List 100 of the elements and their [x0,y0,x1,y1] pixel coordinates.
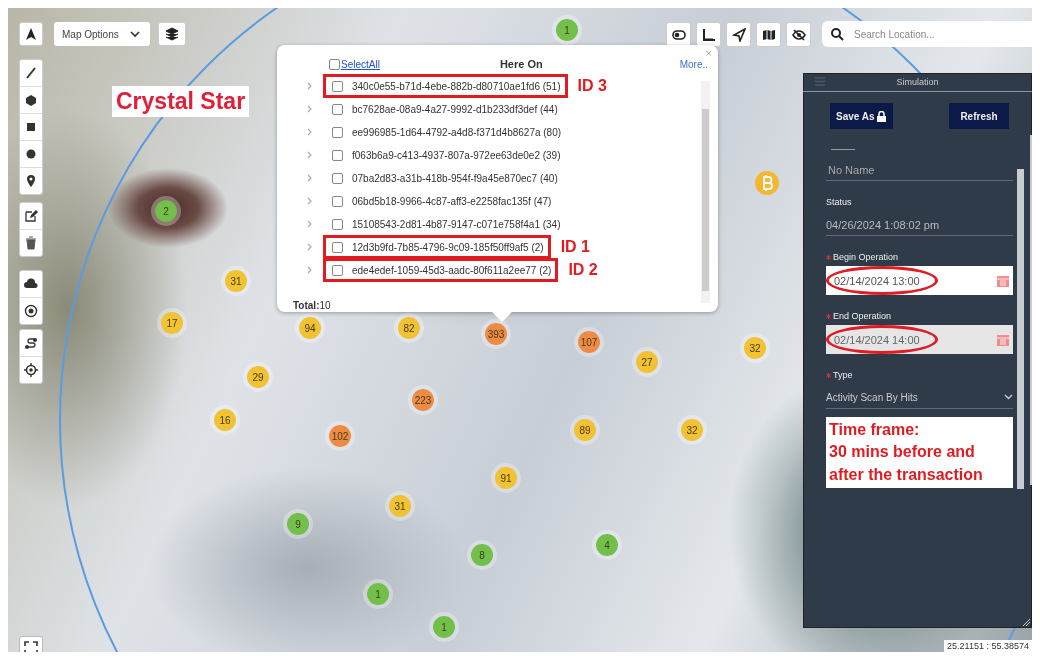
calendar-icon[interactable] [997,274,1009,287]
cluster-marker[interactable]: 4 [592,530,622,560]
search-icon [830,27,844,41]
cluster-marker[interactable]: 16 [210,405,240,435]
chevron-right-icon[interactable] [307,82,313,90]
layers-icon [165,27,179,41]
cluster-marker[interactable]: 1 [363,579,393,609]
cluster-marker[interactable]: 82 [394,313,424,343]
cluster-marker[interactable]: 27 [632,347,662,377]
navigation-button[interactable] [19,22,43,46]
cloud-icon [24,277,38,291]
route-icon [24,336,38,350]
chevron-right-icon[interactable] [307,174,313,182]
crosshair-icon [24,363,38,377]
save-as-button[interactable]: Save As [830,103,893,129]
popup-title: Here On [499,58,544,70]
coin-icon[interactable] [754,170,780,196]
checkbox[interactable] [332,149,343,161]
more-link[interactable]: More.. [679,58,708,70]
line-icon [24,66,38,80]
map-pin-icon [24,174,38,188]
checkbox[interactable] [332,264,343,276]
cluster-marker[interactable]: 223 [408,385,438,415]
result-id[interactable]: bc7628ae-08a9-4a27-9992-d1b233df3def (44) [352,103,558,115]
cluster-marker[interactable]: 32 [677,415,707,445]
cluster-marker[interactable]: 2 [151,196,181,226]
result-id[interactable]: 12d3b9fd-7b85-4796-9c09-185f50ff9af5 (2) [352,241,544,253]
field-label: Status [826,197,853,207]
ruler-button[interactable] [696,22,721,47]
trash-icon [24,236,38,250]
checkbox[interactable] [332,80,343,92]
panel-title: Simulation [896,77,939,87]
edit-icon [24,209,38,223]
chevron-right-icon[interactable] [307,220,313,228]
square-icon [24,120,38,134]
search-field[interactable]: Search Location... [822,21,1032,47]
cluster-marker[interactable]: 17 [157,308,187,338]
checkbox[interactable] [332,195,343,207]
cluster-marker[interactable]: 31 [221,266,251,296]
checkbox[interactable] [332,103,343,115]
checkbox[interactable] [329,58,340,70]
chevron-right-icon[interactable] [307,128,313,136]
cluster-marker[interactable]: 102 [325,421,355,451]
result-id[interactable]: 06bd5b18-9966-4c87-aff3-e2258fac135f (47) [352,195,552,207]
refresh-button[interactable]: Refresh [949,103,1009,129]
lock-icon [875,110,887,122]
field-label: Type [833,370,853,380]
cluster-marker[interactable]: 31 [385,491,415,521]
result-id[interactable]: 07ba2d83-a31b-418b-954f-f9a45e870ec7 (40) [352,172,558,184]
compass-icon [24,27,38,41]
map-button[interactable] [756,22,781,47]
layers-button[interactable] [158,22,186,46]
cluster-marker[interactable]: 9 [283,509,313,539]
annotation-note: Time frame: 30 mins before and after the transaction [826,417,1013,489]
cluster-marker[interactable]: 1 [429,612,459,642]
total-count: Total:10 [293,300,331,311]
checkbox[interactable] [332,126,343,138]
chevron-right-icon[interactable] [307,197,313,205]
name-field[interactable]: No Name [826,163,1013,177]
annotation-tag: ID 3 [577,77,607,95]
cluster-marker[interactable]: 91 [491,463,521,493]
result-id[interactable]: ee996985-1d64-4792-a4d8-f371d4b8627a (80) [352,126,562,138]
circle-icon [24,147,38,161]
hexagon-icon [24,93,38,107]
chevron-right-icon[interactable] [307,243,313,251]
eye-slash-icon [791,27,806,42]
chevron-right-icon[interactable] [307,151,313,159]
annotation-label: Crystal Star [112,86,250,117]
field-label: Begin Operation [833,252,899,262]
date-field[interactable]: 02/14/2024 13:00 [826,266,1013,295]
result-id[interactable]: 15108543-2d81-4b87-9147-c071e758f4a1 (34) [352,218,561,230]
cluster-marker[interactable]: 8 [467,540,497,570]
map-options-dropdown[interactable]: Map Options [54,22,150,46]
cluster-marker[interactable]: 393 [481,319,511,349]
search-input[interactable]: Search Location... [852,27,1026,41]
toggle-icon [671,27,686,42]
ruler-icon [701,27,716,42]
result-id[interactable]: ede4edef-1059-45d3-aadc-80f611a2ee77 (2) [352,264,552,276]
cluster-marker[interactable]: 32 [740,333,770,363]
select-all-link[interactable]: SelectAll [341,58,380,70]
checkbox[interactable] [332,172,343,184]
target-icon [24,304,38,318]
send-button[interactable] [726,22,751,47]
result-id[interactable]: 340c0e55-b71d-4ebe-882b-d80710ae1fd6 (51) [352,80,561,92]
chevron-right-icon[interactable] [307,266,313,274]
cluster-marker[interactable]: 29 [243,362,273,392]
checkbox[interactable] [332,218,343,230]
cluster-marker[interactable]: 89 [570,415,600,445]
resize-grip-icon[interactable] [1022,618,1030,626]
checkbox[interactable] [332,241,343,253]
toggle-button[interactable] [666,22,691,47]
cluster-marker[interactable]: 1 [552,15,582,45]
type-dropdown[interactable]: Activity Scan By Hits [826,386,1013,409]
cluster-marker[interactable]: 107 [574,327,604,357]
cluster-marker[interactable]: 94 [295,313,325,343]
annotation-tag: ID 2 [568,261,598,279]
chevron-right-icon[interactable] [307,105,313,113]
field-label: End Operation [833,311,892,321]
result-id[interactable]: f063b6a9-c413-4937-807a-972ee63de0e2 (39) [352,149,561,161]
hide-button[interactable] [786,22,811,47]
